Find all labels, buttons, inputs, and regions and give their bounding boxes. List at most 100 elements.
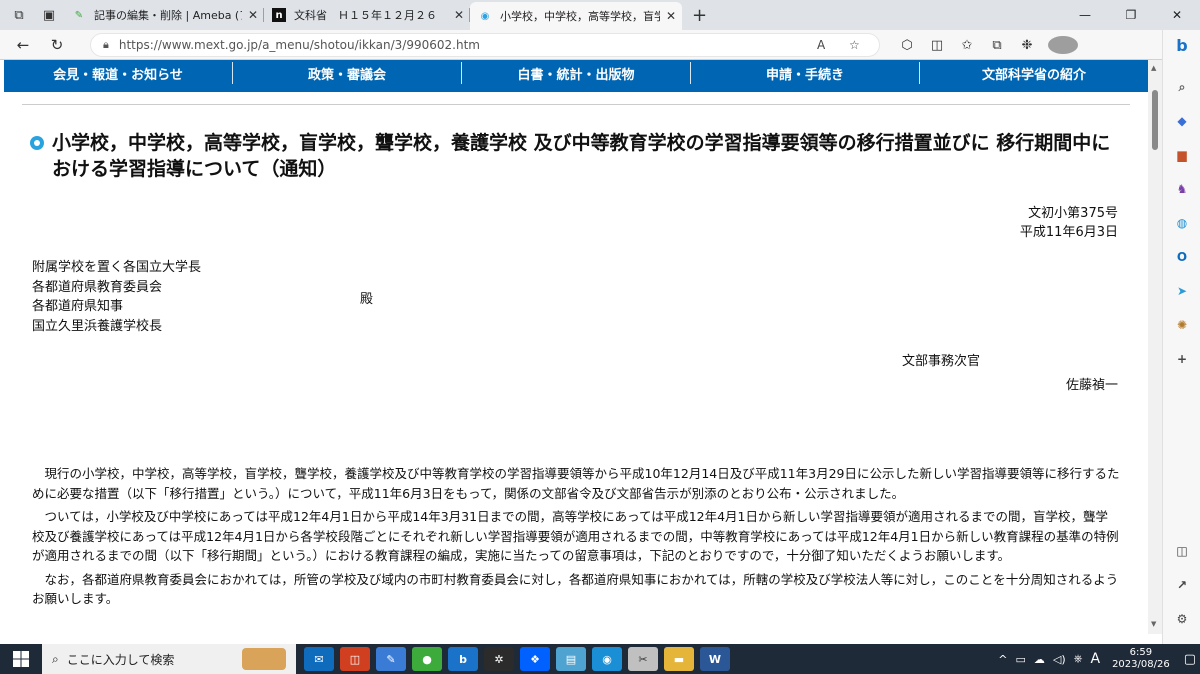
url-text: https://www.mext.go.jp/a_menu/shotou/ikk… <box>118 38 480 52</box>
back-arrow-icon[interactable]: ← <box>8 30 38 60</box>
bing-app-icon[interactable]: b <box>448 647 478 671</box>
word-app-icon[interactable]: W <box>700 647 730 671</box>
note-favicon-icon: n <box>272 8 286 22</box>
clock-date: 2023/08/26 <box>1112 659 1170 670</box>
windows-start-icon[interactable] <box>0 644 42 674</box>
battery-icon[interactable]: ▭ <box>1016 653 1026 666</box>
outlook-icon[interactable]: O <box>1173 248 1191 266</box>
title-bullet-icon <box>30 136 44 150</box>
dropbox-app-icon[interactable]: ❖ <box>520 647 550 671</box>
show-hidden-icons-icon[interactable]: ^ <box>998 653 1007 666</box>
bing-chat-icon[interactable]: b <box>1173 36 1191 55</box>
maximize-icon[interactable]: ❐ <box>1108 0 1154 30</box>
ameba-favicon-icon: ✎ <box>74 9 84 21</box>
search-placeholder: ここに入力して検索 <box>66 652 175 667</box>
nav-item-procedures[interactable]: 申請・手続き <box>691 62 920 84</box>
clock[interactable]: 6:59 2023/08/26 <box>1112 647 1170 671</box>
tab-title: 小学校，中学校，高等学校，盲学 <box>500 10 660 23</box>
favorites-icon[interactable]: ✩ <box>952 38 982 53</box>
paragraph: なお，各都道府県教育委員会におかれては，所管の学校及び域内の市町村教育委員会に対… <box>32 571 1119 607</box>
favorite-star-icon[interactable]: ☆ <box>849 38 860 52</box>
sender-name: 佐藤禎一 <box>1065 378 1118 393</box>
add-sidebar-icon[interactable]: + <box>1173 350 1191 368</box>
ime-indicator[interactable]: A <box>1090 651 1100 667</box>
close-tab-icon[interactable]: ✕ <box>666 9 676 23</box>
drop-icon[interactable]: ✺ <box>1173 316 1191 334</box>
sender-title: 文部事務次官 <box>902 354 981 369</box>
site-navigation: 会見・報道・お知らせ 政策・審議会 白書・統計・出版物 申請・手続き 文部科学省… <box>4 60 1148 92</box>
mext-favicon-icon: ◉ <box>480 10 490 22</box>
lock-icon[interactable]: 🔒︎ <box>103 38 109 52</box>
tab-title: 記事の編集・削除 | Ameba (アメー/ <box>94 9 242 22</box>
games-icon[interactable]: ♞ <box>1173 180 1191 198</box>
document-date: 平成11年6月3日 <box>1019 225 1118 240</box>
settings-gear-icon[interactable]: ⚙ <box>1173 610 1191 628</box>
clock-time: 6:59 <box>1129 647 1153 658</box>
hide-sidebar-icon[interactable]: ◫ <box>1173 542 1191 560</box>
tools-briefcase-icon[interactable]: ▆ <box>1173 146 1191 164</box>
page-title: 小学校，中学校，高等学校，盲学校，聾学校，養護学校 及び中等教育学校の学習指導要… <box>28 130 1128 182</box>
tab-active-mext[interactable]: ◉ 小学校，中学校，高等学校，盲学 ✕ <box>470 2 682 30</box>
tab-ameba[interactable]: ✎ 記事の編集・削除 | Ameba (アメー/ ✕ <box>64 0 264 30</box>
tab-bar: ⧉ ▣ ✎ 記事の編集・削除 | Ameba (アメー/ ✕ n 文科省 Ｈ１５… <box>0 0 1200 30</box>
recipient: 各都道府県知事 <box>32 299 124 314</box>
document-number-block: 文初小第375号 平成11年6月3日 <box>1020 204 1118 242</box>
mail-app-icon[interactable]: ✉ <box>304 647 334 671</box>
recipient: 国立久里浜養護学校長 <box>32 318 163 334</box>
shopping-tag-icon[interactable]: ◆ <box>1173 112 1191 130</box>
recipient: 各都道府県教育委員会 <box>32 279 163 295</box>
tab-actions-icon[interactable]: ▣ <box>38 4 60 26</box>
close-tab-icon[interactable]: ✕ <box>454 8 464 22</box>
read-aloud-icon[interactable]: A <box>817 38 825 52</box>
paragraph: ついては，小学校及び中学校にあっては平成12年4月1日から平成14年3月31日ま… <box>32 509 1119 563</box>
collections-icon[interactable]: ⧉ <box>982 38 1012 53</box>
scroll-up-icon[interactable]: ▲ <box>1151 64 1156 72</box>
volume-icon[interactable]: ◁) <box>1053 653 1066 666</box>
tab-title: 文科省 Ｈ１５年１２月２６ <box>294 9 437 22</box>
send-icon[interactable]: ➤ <box>1173 282 1191 300</box>
workspaces-icon[interactable]: ⧉ <box>8 4 30 26</box>
notification-icon[interactable]: ▢ <box>1184 652 1196 667</box>
url-field[interactable]: 🔒︎ https://www.mext.go.jp/a_menu/shotou/… <box>90 33 880 57</box>
close-tab-icon[interactable]: ✕ <box>248 8 258 22</box>
extensions-icon[interactable]: ⬡ <box>892 38 922 53</box>
ameba-app-icon[interactable]: ● <box>412 647 442 671</box>
search-icon: ⌕ <box>52 651 59 666</box>
network-icon[interactable]: ⎈ <box>1074 652 1083 666</box>
external-link-icon[interactable]: ↗ <box>1173 576 1191 594</box>
page-scrollbar[interactable]: ▲ ▼ <box>1148 60 1162 634</box>
notepad-app-icon[interactable]: ▤ <box>556 647 586 671</box>
file-explorer-icon[interactable]: ▬ <box>664 647 694 671</box>
divider <box>22 104 1130 105</box>
nav-item-policy[interactable]: 政策・審議会 <box>233 62 462 84</box>
tab-mext-note[interactable]: n 文科省 Ｈ１５年１２月２６ ✕ <box>264 0 470 30</box>
recipient: 附属学校を置く各国立大学長 <box>32 260 202 275</box>
tool-app-icon[interactable]: ✂ <box>628 647 658 671</box>
nav-item-about[interactable]: 文部科学省の紹介 <box>920 62 1148 84</box>
cloud-icon[interactable]: ☁ <box>1034 653 1045 666</box>
document-number: 文初小第375号 <box>1028 206 1118 221</box>
red-app-icon[interactable]: ◫ <box>340 647 370 671</box>
notice-body: 現行の小学校，中学校，高等学校，盲学校，聾学校，養護学校及び中等教育学校の学習指… <box>32 464 1120 613</box>
new-tab-icon[interactable]: + <box>692 5 707 26</box>
nav-item-press[interactable]: 会見・報道・お知らせ <box>4 62 233 84</box>
extension-app-icon[interactable]: ❉ <box>1012 38 1042 53</box>
nav-item-publications[interactable]: 白書・統計・出版物 <box>462 62 691 84</box>
profile-avatar[interactable] <box>1048 36 1078 54</box>
scrollbar-thumb[interactable] <box>1152 90 1158 150</box>
scroll-down-icon[interactable]: ▼ <box>1151 620 1156 628</box>
edge-app-icon[interactable]: ◉ <box>592 647 622 671</box>
page-viewport: 会見・報道・お知らせ 政策・審議会 白書・統計・出版物 申請・手続き 文部科学省… <box>0 60 1162 634</box>
window-controls: — ❐ ✕ <box>1062 0 1200 30</box>
slack-app-icon[interactable]: ✲ <box>484 647 514 671</box>
close-window-icon[interactable]: ✕ <box>1154 0 1200 30</box>
minimize-icon[interactable]: — <box>1062 0 1108 30</box>
recipients-list: 附属学校を置く各国立大学長 各都道府県教育委員会 各都道府県知事 国立久里浜養護… <box>32 258 201 336</box>
search-icon[interactable]: ⌕ <box>1173 78 1191 96</box>
microsoft-365-icon[interactable]: ◍ <box>1173 214 1191 232</box>
taskbar-search-box[interactable]: ⌕ ここに入力して検索 <box>42 644 296 674</box>
refresh-icon[interactable]: ↻ <box>42 30 72 60</box>
honorific: 殿 <box>360 292 374 307</box>
paint-app-icon[interactable]: ✎ <box>376 647 406 671</box>
split-screen-icon[interactable]: ◫ <box>922 38 952 53</box>
